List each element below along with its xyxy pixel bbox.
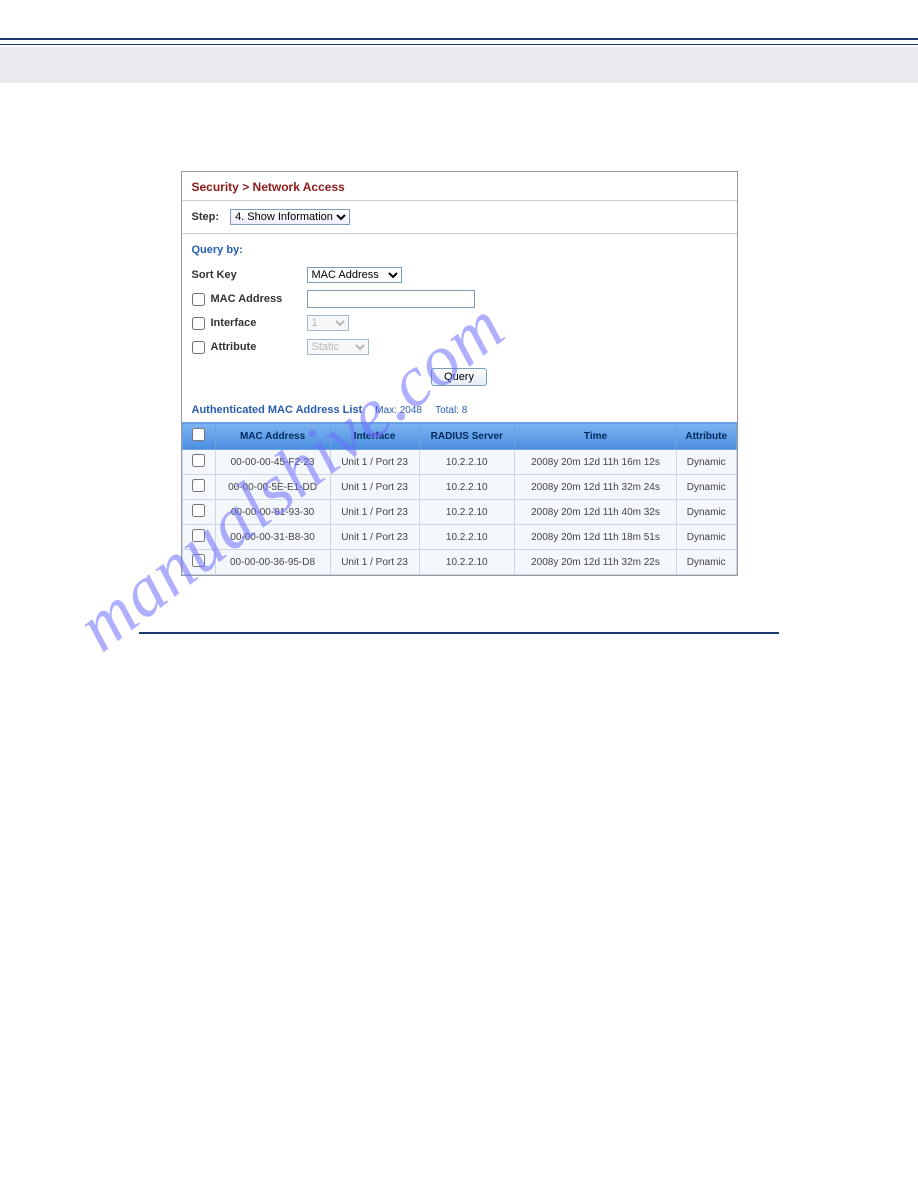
cell-attribute: Dynamic (676, 525, 736, 550)
interface-label: Interface (211, 317, 257, 329)
interface-header: Interface (330, 423, 419, 450)
list-max: Max: 2048 (375, 405, 422, 416)
list-total: Total: 8 (435, 405, 467, 416)
network-access-panel: Security > Network Access Step: 4. Show … (181, 171, 738, 576)
table-row: 00-00-00-81-93-30Unit 1 / Port 2310.2.2.… (182, 500, 736, 525)
cell-interface: Unit 1 / Port 23 (330, 500, 419, 525)
interface-row: Interface 1 (192, 312, 727, 334)
table-row: 00-00-00-5E-E1-DDUnit 1 / Port 2310.2.2.… (182, 475, 736, 500)
radius-header: RADIUS Server (419, 423, 514, 450)
cell-attribute: Dynamic (676, 550, 736, 575)
mac-address-label: MAC Address (211, 293, 283, 305)
query-section: Query by: Sort Key MAC Address MAC Addre… (182, 234, 737, 400)
cell-mac: 00-00-00-36-95-D8 (215, 550, 330, 575)
list-title: Authenticated MAC Address List (192, 404, 363, 416)
select-all-header (182, 423, 215, 450)
interface-select: 1 (307, 315, 349, 331)
attribute-checkbox[interactable] (192, 341, 205, 354)
step-row: Step: 4. Show Information (182, 201, 737, 234)
attribute-label: Attribute (211, 341, 257, 353)
step-select[interactable]: 4. Show Information (230, 209, 350, 225)
cell-radius: 10.2.2.10 (419, 450, 514, 475)
cell-interface: Unit 1 / Port 23 (330, 525, 419, 550)
cell-attribute: Dynamic (676, 450, 736, 475)
step-label: Step: (192, 211, 220, 223)
time-header: Time (515, 423, 677, 450)
row-checkbox[interactable] (192, 454, 205, 467)
mac-header: MAC Address (215, 423, 330, 450)
sort-key-select[interactable]: MAC Address (307, 267, 402, 283)
cell-time: 2008y 20m 12d 11h 18m 51s (515, 525, 677, 550)
interface-checkbox[interactable] (192, 317, 205, 330)
select-all-checkbox[interactable] (192, 428, 205, 441)
row-checkbox[interactable] (192, 504, 205, 517)
query-button[interactable]: Query (431, 368, 487, 386)
cell-attribute: Dynamic (676, 500, 736, 525)
table-row: 00-00-00-45-F2-23Unit 1 / Port 2310.2.2.… (182, 450, 736, 475)
row-checkbox[interactable] (192, 479, 205, 492)
cell-time: 2008y 20m 12d 11h 40m 32s (515, 500, 677, 525)
cell-mac: 00-00-00-5E-E1-DD (215, 475, 330, 500)
query-by-title: Query by: (192, 244, 727, 256)
cell-time: 2008y 20m 12d 11h 32m 24s (515, 475, 677, 500)
row-checkbox[interactable] (192, 554, 205, 567)
cell-radius: 10.2.2.10 (419, 525, 514, 550)
cell-interface: Unit 1 / Port 23 (330, 475, 419, 500)
attribute-header: Attribute (676, 423, 736, 450)
cell-radius: 10.2.2.10 (419, 500, 514, 525)
mac-address-table: MAC Address Interface RADIUS Server Time… (182, 422, 737, 575)
sort-key-row: Sort Key MAC Address (192, 264, 727, 286)
sort-key-label: Sort Key (192, 269, 237, 281)
cell-mac: 00-00-00-81-93-30 (215, 500, 330, 525)
cell-radius: 10.2.2.10 (419, 550, 514, 575)
cell-time: 2008y 20m 12d 11h 32m 22s (515, 550, 677, 575)
attribute-select: Static (307, 339, 369, 355)
table-row: 00-00-00-36-95-D8Unit 1 / Port 2310.2.2.… (182, 550, 736, 575)
cell-mac: 00-00-00-31-B8-30 (215, 525, 330, 550)
mac-address-row: MAC Address (192, 288, 727, 310)
mac-address-input[interactable] (307, 290, 475, 308)
panel-title: Security > Network Access (182, 172, 737, 201)
table-row: 00-00-00-31-B8-30Unit 1 / Port 2310.2.2.… (182, 525, 736, 550)
cell-interface: Unit 1 / Port 23 (330, 450, 419, 475)
mac-address-checkbox[interactable] (192, 293, 205, 306)
header-band (0, 47, 918, 83)
table-header-row: MAC Address Interface RADIUS Server Time… (182, 423, 736, 450)
attribute-row: Attribute Static (192, 336, 727, 358)
list-title-row: Authenticated MAC Address List Max: 2048… (182, 400, 737, 422)
cell-time: 2008y 20m 12d 11h 16m 12s (515, 450, 677, 475)
top-border (0, 38, 918, 45)
cell-interface: Unit 1 / Port 23 (330, 550, 419, 575)
cell-attribute: Dynamic (676, 475, 736, 500)
row-checkbox[interactable] (192, 529, 205, 542)
cell-radius: 10.2.2.10 (419, 475, 514, 500)
cell-mac: 00-00-00-45-F2-23 (215, 450, 330, 475)
bottom-rule (139, 632, 779, 634)
